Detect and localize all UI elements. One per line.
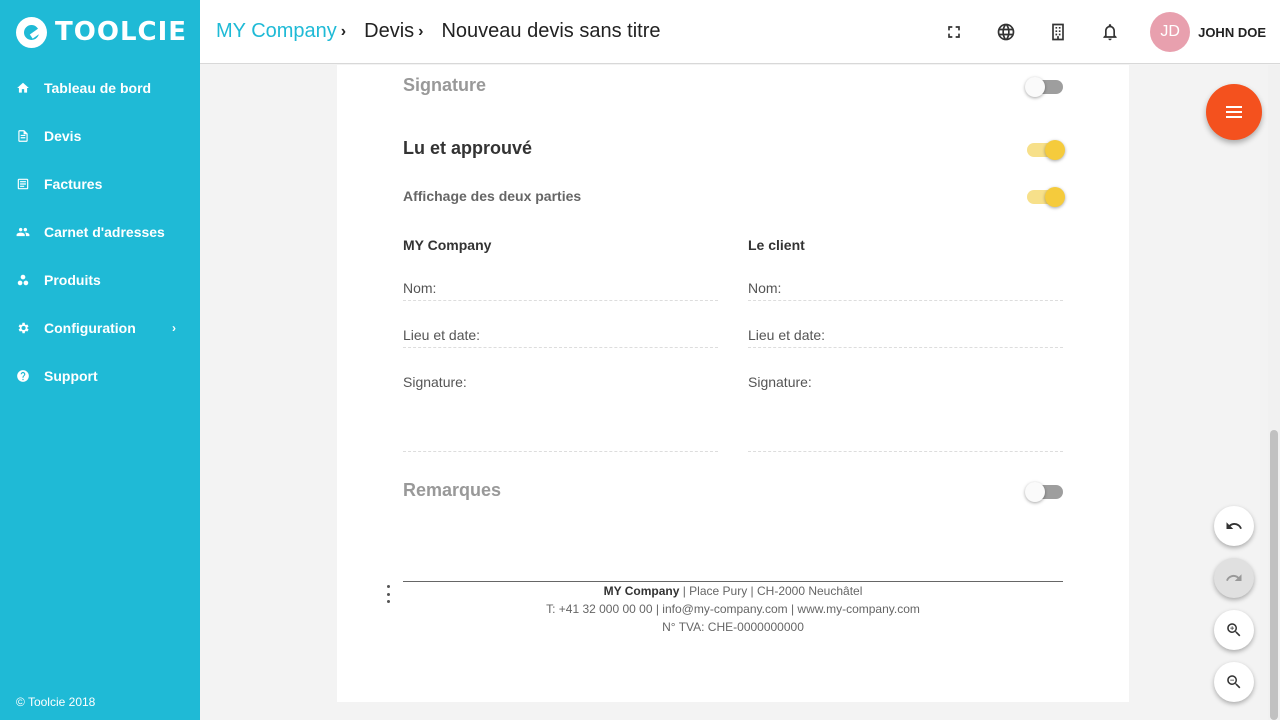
zoom-in-button[interactable] bbox=[1214, 610, 1254, 650]
notifications-button[interactable] bbox=[1084, 0, 1136, 64]
menu-fab-button[interactable] bbox=[1206, 84, 1262, 140]
footer-options-button[interactable] bbox=[384, 585, 392, 603]
language-button[interactable] bbox=[980, 0, 1032, 64]
products-icon bbox=[16, 273, 30, 287]
sidebar-item-label: Support bbox=[44, 368, 98, 384]
approved-title: Lu et approuvé bbox=[403, 138, 533, 158]
footer-vat: N° TVA: CHE-0000000000 bbox=[662, 620, 804, 634]
globe-icon bbox=[997, 23, 1015, 41]
left-place-date-field[interactable]: Lieu et date: bbox=[403, 327, 718, 348]
sidebar-item-support[interactable]: Support bbox=[0, 352, 200, 400]
breadcrumb-quotes[interactable]: Devis › bbox=[364, 20, 423, 43]
dot-icon bbox=[386, 592, 390, 596]
dot-icon bbox=[386, 585, 390, 588]
home-icon bbox=[16, 81, 30, 95]
sidebar-item-dashboard[interactable]: Tableau de bord bbox=[0, 64, 200, 112]
toggle-knob bbox=[1045, 140, 1065, 160]
logo-text: TOOLCIE bbox=[55, 17, 188, 47]
quote-icon bbox=[16, 129, 30, 143]
company-button[interactable] bbox=[1032, 0, 1084, 64]
chevron-right-icon: › bbox=[418, 22, 424, 40]
help-icon bbox=[16, 369, 30, 383]
fullscreen-button[interactable] bbox=[928, 0, 980, 64]
both-parties-toggle[interactable] bbox=[1027, 187, 1065, 207]
footer-contact: T: +41 32 000 00 00 | info@my-company.co… bbox=[546, 602, 920, 616]
people-icon bbox=[16, 225, 30, 239]
dot-icon bbox=[386, 600, 390, 603]
sidebar: TOOLCIE Tableau de bord Devis Factures C… bbox=[0, 0, 200, 720]
sidebar-nav: Tableau de bord Devis Factures Carnet d'… bbox=[0, 64, 200, 400]
footer-address-line: MY Company | Place Pury | CH-2000 Neuchâ… bbox=[403, 584, 1063, 598]
sidebar-item-configuration[interactable]: Configuration › bbox=[0, 304, 200, 352]
signature-title: Signature bbox=[403, 75, 487, 95]
fullscreen-icon bbox=[948, 26, 960, 38]
sidebar-item-label: Configuration bbox=[44, 320, 136, 336]
sidebar-item-address-book[interactable]: Carnet d'adresses bbox=[0, 208, 200, 256]
both-parties-label: Affichage des deux parties bbox=[403, 188, 582, 204]
top-header: MY Company › Devis › Nouveau devis sans … bbox=[200, 0, 1280, 64]
avatar[interactable]: JD bbox=[1150, 12, 1191, 52]
sidebar-item-quotes[interactable]: Devis bbox=[0, 112, 200, 160]
remarks-title: Remarques bbox=[403, 480, 502, 500]
sidebar-item-label: Carnet d'adresses bbox=[44, 224, 165, 240]
user-name[interactable]: JOHN DOE bbox=[1198, 25, 1266, 40]
remarks-section: Remarques bbox=[403, 480, 1063, 502]
sidebar-item-invoices[interactable]: Factures bbox=[0, 160, 200, 208]
undo-button[interactable] bbox=[1214, 506, 1254, 546]
copyright: © Toolcie 2018 bbox=[16, 695, 96, 709]
footer-address: | Place Pury | CH-2000 Neuchâtel bbox=[679, 584, 863, 598]
bell-icon bbox=[1103, 24, 1117, 41]
breadcrumb: MY Company › Devis › Nouveau devis sans … bbox=[200, 20, 678, 43]
signature-toggle[interactable] bbox=[1025, 77, 1063, 97]
sidebar-item-label: Factures bbox=[44, 176, 103, 192]
building-icon bbox=[1052, 23, 1064, 41]
zoom-out-icon bbox=[1227, 675, 1241, 689]
sidebar-item-label: Tableau de bord bbox=[44, 80, 152, 96]
app-logo[interactable]: TOOLCIE bbox=[0, 0, 200, 64]
both-parties-row: Affichage des deux parties bbox=[403, 187, 1065, 207]
approved-section: Lu et approuvé bbox=[403, 138, 1065, 160]
left-signature-field[interactable]: Signature: bbox=[403, 374, 718, 452]
toggle-knob bbox=[1025, 77, 1045, 97]
sidebar-item-label: Produits bbox=[44, 272, 101, 288]
page-title: Nouveau devis sans titre bbox=[441, 20, 661, 42]
chevron-right-icon: › bbox=[340, 22, 347, 40]
right-signature-field[interactable]: Signature: bbox=[748, 374, 1063, 452]
approved-toggle[interactable] bbox=[1027, 140, 1065, 160]
left-party-heading: MY Company bbox=[403, 237, 492, 253]
sidebar-item-products[interactable]: Produits bbox=[0, 256, 200, 304]
header-tools: JD JOHN DOE bbox=[928, 0, 1280, 64]
left-name-field[interactable]: Nom: bbox=[403, 280, 718, 301]
breadcrumb-current: Nouveau devis sans titre bbox=[441, 20, 660, 43]
footer-divider bbox=[403, 581, 1063, 582]
zoom-out-button[interactable] bbox=[1214, 662, 1254, 702]
right-party-heading: Le client bbox=[748, 237, 805, 253]
zoom-in-icon bbox=[1227, 623, 1241, 637]
right-place-date-field[interactable]: Lieu et date: bbox=[748, 327, 1063, 348]
vertical-scrollbar[interactable] bbox=[1268, 65, 1280, 720]
toolcie-logo-icon bbox=[16, 16, 47, 48]
toggle-knob bbox=[1045, 187, 1065, 207]
scrollbar-thumb[interactable] bbox=[1270, 430, 1278, 720]
redo-icon bbox=[1226, 574, 1242, 581]
breadcrumb-company[interactable]: MY Company › bbox=[216, 20, 346, 43]
redo-button[interactable] bbox=[1214, 558, 1254, 598]
signature-section: Signature bbox=[403, 75, 1063, 97]
sidebar-item-label: Devis bbox=[44, 128, 82, 144]
remarks-toggle[interactable] bbox=[1025, 482, 1063, 502]
menu-icon bbox=[1226, 106, 1242, 118]
quote-document: Signature Lu et approuvé Affichage des d… bbox=[337, 65, 1129, 702]
chevron-right-icon: › bbox=[172, 321, 176, 335]
right-name-field[interactable]: Nom: bbox=[748, 280, 1063, 301]
undo-icon bbox=[1226, 522, 1242, 529]
toggle-knob bbox=[1025, 482, 1045, 502]
footer-company: MY Company bbox=[603, 584, 680, 598]
gear-icon bbox=[16, 321, 30, 335]
invoice-icon bbox=[16, 177, 30, 191]
